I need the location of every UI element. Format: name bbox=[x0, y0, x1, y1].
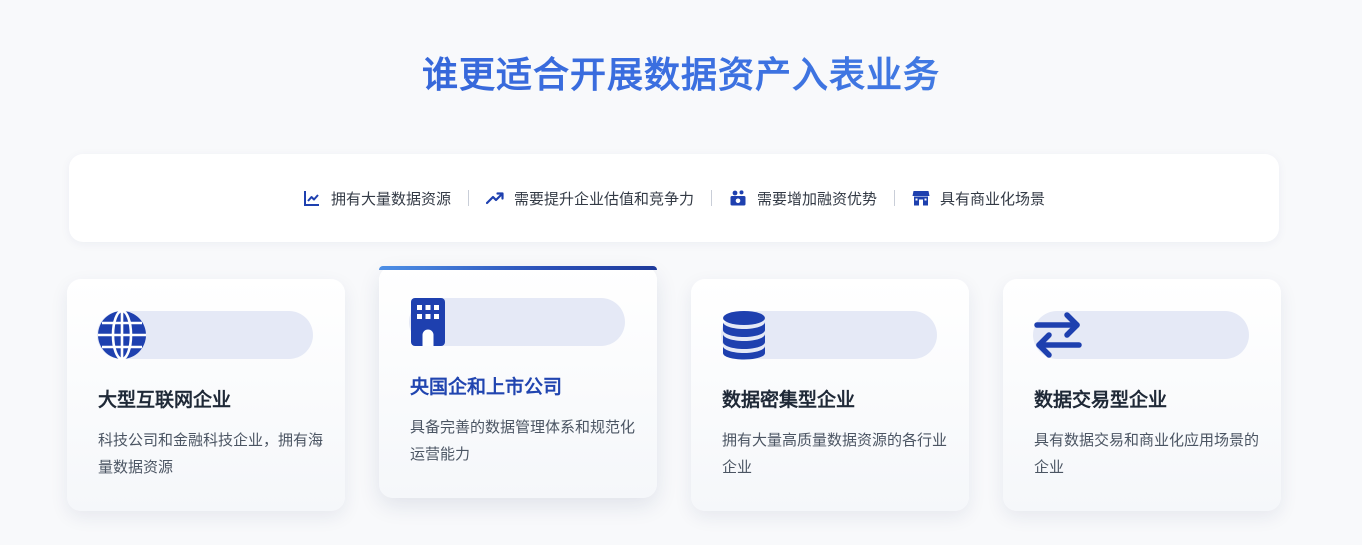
card-title: 数据交易型企业 bbox=[1034, 389, 1168, 411]
trending-up-icon bbox=[485, 189, 504, 207]
criterion-financing: 需要增加融资优势 bbox=[729, 188, 877, 209]
criterion-label: 拥有大量数据资源 bbox=[330, 189, 451, 208]
line-chart-icon bbox=[303, 189, 321, 207]
card-title: 央国企和上市公司 bbox=[410, 376, 563, 398]
storefront-icon bbox=[912, 189, 930, 207]
page: 谁更适合开展数据资产入表业务 拥有大量数据资源 需要提升企业估值和竞争力 需要增… bbox=[0, 0, 1362, 545]
criterion-label: 需要增加融资优势 bbox=[757, 189, 878, 208]
building-icon bbox=[409, 297, 459, 347]
card-data-intensive-enterprise[interactable]: 数据密集型企业 拥有大量高质量数据资源的各行业企业 bbox=[691, 279, 969, 511]
divider bbox=[467, 190, 469, 206]
page-title: 谁更适合开展数据资产入表业务 bbox=[0, 52, 1362, 100]
criterion-valuation: 需要提升企业估值和竞争力 bbox=[485, 188, 694, 209]
card-description: 科技公司和金融科技企业，拥有海量数据资源 bbox=[98, 431, 324, 476]
divider bbox=[894, 190, 896, 206]
card-title: 数据密集型企业 bbox=[722, 389, 856, 411]
exchange-arrows-icon bbox=[1033, 310, 1083, 360]
card-description: 具有数据交易和商业化应用场景的企业 bbox=[1034, 431, 1260, 476]
criteria-bar: 拥有大量数据资源 需要提升企业估值和竞争力 需要增加融资优势 具有商业化场景 bbox=[69, 154, 1279, 242]
card-data-trading-enterprise[interactable]: 数据交易型企业 具有数据交易和商业化应用场景的企业 bbox=[1003, 279, 1281, 511]
card-description: 具备完善的数据管理体系和规范化运营能力 bbox=[410, 418, 636, 463]
criterion-label: 需要提升企业估值和竞争力 bbox=[513, 189, 694, 208]
card-title: 大型互联网企业 bbox=[98, 389, 232, 411]
card-accent-bar bbox=[379, 266, 657, 270]
card-soe-listed-company[interactable]: 央国企和上市公司 具备完善的数据管理体系和规范化运营能力 bbox=[379, 266, 657, 498]
database-icon bbox=[721, 310, 767, 360]
criterion-label: 具有商业化场景 bbox=[940, 189, 1046, 208]
card-description: 拥有大量高质量数据资源的各行业企业 bbox=[722, 431, 948, 476]
criterion-commercial: 具有商业化场景 bbox=[912, 188, 1045, 209]
card-internet-enterprise[interactable]: 大型互联网企业 科技公司和金融科技企业，拥有海量数据资源 bbox=[67, 279, 345, 511]
financing-icon bbox=[729, 189, 747, 207]
criterion-data-resources: 拥有大量数据资源 bbox=[303, 188, 451, 209]
globe-icon bbox=[97, 309, 147, 361]
divider bbox=[711, 190, 712, 206]
